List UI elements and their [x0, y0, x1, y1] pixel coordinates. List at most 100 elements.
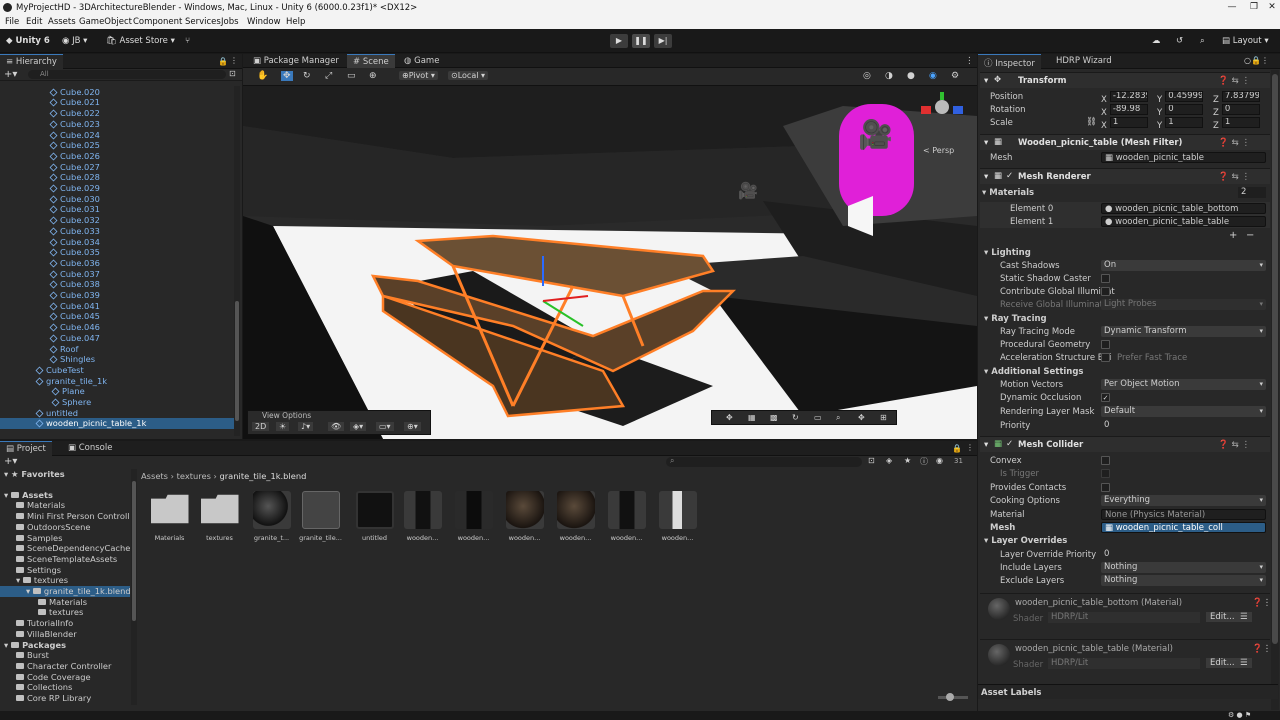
hand-tool-icon[interactable]: ✋ — [257, 71, 268, 81]
menu-jobs[interactable]: Jobs — [221, 17, 239, 27]
shading-shaded-icon[interactable]: ◑ — [885, 71, 893, 81]
provides-contacts-checkbox[interactable] — [1101, 483, 1110, 492]
scale-tool-icon[interactable]: ⤢ — [325, 71, 332, 81]
menu-window[interactable]: Window — [247, 17, 281, 27]
enabled-checkbox[interactable]: ✓ — [1006, 439, 1013, 449]
project-tree-item[interactable]: Samples — [0, 533, 130, 544]
expand-icon[interactable]: ▾ — [984, 138, 988, 148]
hierarchy-item[interactable]: Cube.020 — [0, 87, 236, 98]
shading-unlit-icon[interactable]: ● — [907, 71, 915, 81]
project-tree-item[interactable]: Mini First Person Controll — [0, 511, 130, 522]
asset-granite-model[interactable]: granite_t... — [249, 491, 294, 547]
hierarchy-search-input[interactable]: All — [28, 70, 226, 79]
hierarchy-item[interactable]: Cube.030 — [0, 194, 236, 205]
tab-console[interactable]: ▣ Console — [62, 441, 118, 456]
scale-z-field[interactable]: Z1 — [1213, 117, 1260, 131]
grid-overlay-icon[interactable]: ▩ — [770, 413, 778, 422]
asset-store-button[interactable]: 🛍 Asset Store ▾ — [106, 36, 175, 46]
pivot-dropdown[interactable]: ⊕Pivot ▾ — [399, 71, 438, 80]
include-layers-dropdown[interactable]: Nothing — [1101, 562, 1266, 573]
project-tree-item[interactable]: ▾ textures — [0, 575, 130, 586]
hierarchy-item[interactable]: Cube.028 — [0, 172, 236, 183]
hierarchy-item[interactable]: Cube.047 — [0, 333, 236, 344]
pause-button[interactable]: ❚❚ — [632, 34, 650, 48]
remove-material-button[interactable]: − — [1246, 230, 1254, 241]
fit-overlay-icon[interactable]: ⊞ — [880, 413, 887, 422]
tab-project[interactable]: ▤ Project — [0, 441, 52, 456]
hierarchy-scrollbar[interactable] — [234, 86, 240, 436]
hierarchy-item[interactable]: Cube.035 — [0, 247, 236, 258]
project-tree-item[interactable]: ▾ ★ Favorites — [0, 469, 130, 480]
cooking-options-dropdown[interactable]: Everything — [1101, 495, 1266, 506]
hierarchy-item[interactable]: wooden_picnic_table_1k — [0, 418, 236, 430]
project-tree-item[interactable]: VillaBlender — [0, 629, 130, 640]
hierarchy-item[interactable]: Roof — [0, 344, 236, 355]
transform-tool-icon[interactable]: ⊕ — [369, 71, 377, 81]
mesh-filter-header[interactable]: ▾ ▦ Wooden_picnic_table (Mesh Filter) ❓ … — [980, 134, 1270, 150]
hierarchy-item[interactable]: Shingles — [0, 354, 236, 365]
gizmos-toggle-icon[interactable]: ⊕▾ — [404, 422, 421, 431]
menu-services[interactable]: Services — [185, 17, 221, 27]
asset-folder-textures[interactable]: textures — [197, 491, 242, 547]
shader-list-button[interactable]: ☰ — [1236, 658, 1252, 668]
shading-wireframe-icon[interactable]: ◎ — [863, 71, 871, 81]
scene-gizmos-icon[interactable]: ⚙ — [951, 71, 959, 81]
project-tree-item[interactable]: Character Controller — [0, 661, 130, 672]
lock-icon[interactable]: 🔒 — [952, 444, 962, 453]
play-button[interactable]: ▶ — [610, 34, 628, 48]
tab-hierarchy[interactable]: ≡ Hierarchy — [0, 54, 63, 69]
layer-override-priority-field[interactable]: 0 — [1101, 549, 1266, 560]
asset-wooden-material-2[interactable]: wooden... — [553, 491, 598, 547]
accel-structure-checkbox[interactable] — [1101, 353, 1110, 362]
asset-wooden-1[interactable]: wooden... — [400, 491, 445, 547]
project-search-input[interactable]: ⌕ — [666, 456, 862, 467]
edit-shader-button[interactable]: Edit... — [1206, 612, 1239, 622]
shading-lit-icon[interactable]: ◉ — [929, 71, 937, 81]
ray-tracing-section[interactable]: ▾ Ray Tracing — [984, 314, 1047, 324]
lock-icon[interactable]: 🔒 — [218, 57, 228, 66]
hierarchy-item[interactable]: Cube.029 — [0, 183, 236, 194]
persp-label[interactable]: < Persp — [923, 146, 954, 155]
layer-overrides-section[interactable]: ▾ Layer Overrides — [984, 536, 1067, 546]
menu-gameobject[interactable]: GameObject — [79, 17, 132, 27]
lighting-section[interactable]: ▾ Lighting — [984, 248, 1031, 258]
material-preview-1[interactable]: wooden_picnic_table_table (Material) Sha… — [980, 639, 1271, 681]
rotate-tool-icon[interactable]: ↻ — [303, 71, 311, 81]
hierarchy-item[interactable]: Cube.038 — [0, 279, 236, 290]
hierarchy-item[interactable]: Cube.021 — [0, 97, 236, 108]
component-menu-icon[interactable]: ❓⋮ — [1252, 598, 1271, 608]
project-tree-item[interactable]: Collections — [0, 682, 130, 693]
menu-edit[interactable]: Edit — [26, 17, 42, 27]
scene-viewport[interactable]: 🎥 🎥 < Persp View Options 2D ☀ ♪▾ 👁 ◈▾ ▭▾… — [243, 86, 977, 439]
procedural-geometry-checkbox[interactable] — [1101, 340, 1110, 349]
2d-toggle-icon[interactable]: 2D — [252, 422, 270, 431]
add-material-button[interactable]: + — [1229, 230, 1237, 241]
maximize-button[interactable]: ❐ — [1244, 2, 1264, 12]
search-filter-icon[interactable]: ⊡ — [229, 69, 236, 78]
priority-field[interactable]: 0 — [1101, 420, 1266, 431]
asset-granite-mesh[interactable]: granite_tile... — [298, 491, 343, 547]
orientation-gizmo[interactable] — [917, 92, 967, 142]
hierarchy-item[interactable]: Cube.046 — [0, 322, 236, 333]
static-shadow-checkbox[interactable] — [1101, 274, 1110, 283]
project-tree-item[interactable]: TutorialInfo — [0, 618, 130, 629]
menu-component[interactable]: Component — [133, 17, 182, 27]
rendering-layer-dropdown[interactable]: Default — [1101, 406, 1266, 417]
additional-settings-section[interactable]: ▾ Additional Settings — [984, 367, 1084, 377]
component-menu-icon[interactable]: ❓ ⇆ ⋮ — [1218, 138, 1250, 148]
expand-icon[interactable]: ▾ — [984, 172, 988, 182]
contribute-gi-checkbox[interactable] — [1101, 287, 1110, 296]
audio-toggle-icon[interactable]: ♪▾ — [298, 422, 314, 431]
breadcrumb-current[interactable]: granite_tile_1k.blend — [220, 471, 307, 481]
filter-label-icon[interactable]: ◈ — [886, 456, 892, 465]
cloud-icon[interactable]: ☁ — [1152, 36, 1161, 46]
search-icon[interactable]: ⌕ — [1200, 36, 1205, 46]
link-icon[interactable]: ⛓ — [1086, 117, 1097, 127]
create-asset-button[interactable]: +▾ — [4, 456, 17, 467]
material-preview-0[interactable]: wooden_picnic_table_bottom (Material) Sh… — [980, 593, 1271, 635]
tab-hdrp-wizard[interactable]: HDRP Wizard — [1050, 54, 1118, 69]
menu-file[interactable]: File — [5, 17, 19, 27]
project-tree-item[interactable]: ▾ granite_tile_1k.blend — [0, 586, 130, 597]
motion-vectors-dropdown[interactable]: Per Object Motion — [1101, 379, 1266, 390]
exclude-layers-dropdown[interactable]: Nothing — [1101, 575, 1266, 586]
